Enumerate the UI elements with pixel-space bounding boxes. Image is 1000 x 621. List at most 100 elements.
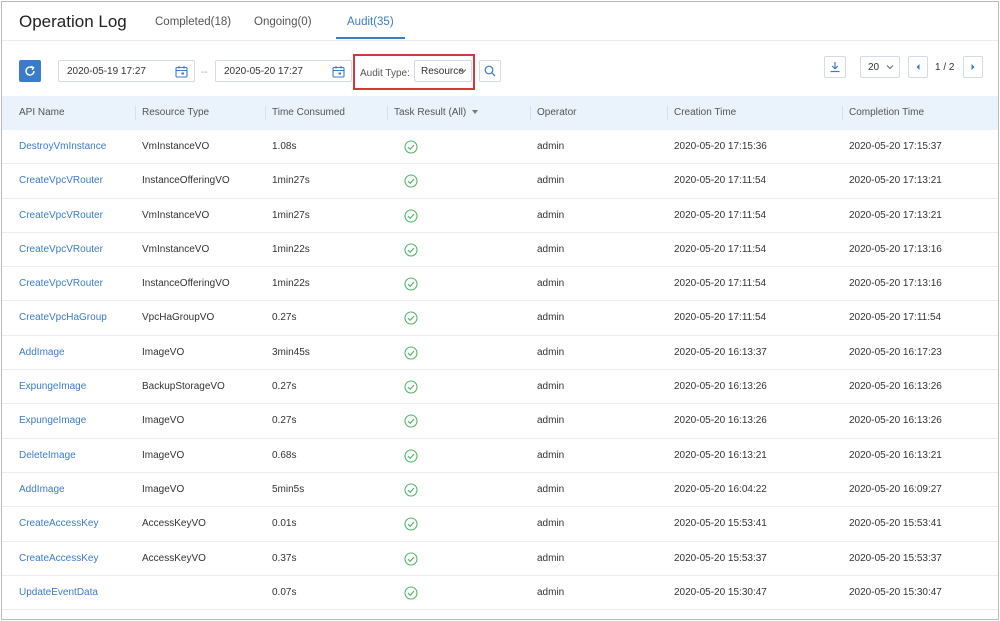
- api-name-link[interactable]: CreateAccessKey: [19, 542, 98, 576]
- time-consumed-cell: 0.27s: [272, 415, 297, 427]
- audit-type-select[interactable]: Resource: [414, 60, 472, 82]
- column-header-resource-type[interactable]: Resource Type: [142, 96, 209, 130]
- operator-cell: admin: [537, 586, 565, 598]
- table-row[interactable]: CreateVpcVRouter InstanceOfferingVO 1min22…: [2, 267, 998, 302]
- api-name-link[interactable]: ExpungeImage: [19, 404, 86, 438]
- caret-down-icon: [472, 110, 479, 115]
- tab-ongoing[interactable]: Ongoing(0): [254, 16, 312, 28]
- tab-audit[interactable]: Audit(35): [347, 16, 394, 28]
- table-row[interactable]: CreateVpcVRouter InstanceOfferingVO 1min27…: [2, 164, 998, 199]
- column-divider: [530, 106, 531, 120]
- start-date-picker[interactable]: 2020-05-19 17:27: [58, 60, 195, 82]
- completion-time-cell: 2020-05-20 16:13:26: [849, 381, 942, 393]
- time-consumed-cell: 1min22s: [272, 278, 310, 290]
- time-consumed-cell: 3min45s: [272, 346, 310, 358]
- search-button[interactable]: [479, 60, 501, 82]
- column-header-operator[interactable]: Operator: [537, 96, 576, 130]
- refresh-icon: [25, 65, 35, 76]
- table-row[interactable]: CreateVpcHaGroup VpcHaGroupVO 0.27s admin 20…: [2, 301, 998, 336]
- success-check-icon: [404, 586, 418, 603]
- resource-type-cell: VmInstanceVO: [142, 141, 210, 152]
- column-header-time-consumed[interactable]: Time Consumed: [272, 96, 345, 130]
- api-name-link[interactable]: CreateVpcVRouter: [19, 267, 103, 301]
- api-name-link[interactable]: CreateVpcHaGroup: [19, 301, 107, 335]
- api-name-link[interactable]: CreateVpcVRouter: [19, 233, 103, 267]
- table-row[interactable]: ExpungeImage ImageVO 0.27s admin 2020-05-20 …: [2, 404, 998, 439]
- operator-cell: admin: [537, 449, 565, 461]
- table-row[interactable]: DeleteImage ImageVO 0.68s admin 2020-05-20 1…: [2, 439, 998, 473]
- refresh-button[interactable]: [19, 60, 41, 82]
- operator-cell: admin: [537, 209, 565, 221]
- table-row[interactable]: ExpungeImage BackupStorageVO 0.27s admin 202…: [2, 370, 998, 405]
- creation-time-cell: 2020-05-20 17:11:54: [674, 243, 767, 255]
- tab-completed[interactable]: Completed(18): [155, 16, 231, 28]
- chevron-down-icon: [459, 69, 467, 74]
- operator-cell: admin: [537, 518, 565, 530]
- time-consumed-cell: 0.27s: [272, 312, 297, 324]
- table-row[interactable]: DestroyVmInstance VmInstanceVO 1.08s admin 2…: [2, 130, 998, 165]
- creation-time-cell: 2020-05-20 16:04:22: [674, 483, 767, 495]
- table-row[interactable]: AddImage ImageVO 5min5s admin 2020-05-20 16:…: [2, 473, 998, 508]
- audit-type-value: Resource: [421, 66, 464, 77]
- operator-cell: admin: [537, 175, 565, 187]
- next-page-button[interactable]: [963, 56, 983, 78]
- chevron-right-icon: [971, 64, 975, 70]
- table-row[interactable]: CreateAccessKey AccessKeyVO 0.37s admin 2020…: [2, 542, 998, 576]
- api-name-link[interactable]: CreateAccessKey: [19, 507, 98, 541]
- api-name-link[interactable]: AddImage: [19, 473, 65, 507]
- table-row[interactable]: UpdateEventData 0.07s admin 2020-05-20 15:3…: [2, 576, 998, 611]
- success-check-icon: [404, 414, 418, 431]
- task-result-label: Task Result (All): [394, 107, 467, 118]
- column-divider: [135, 106, 136, 120]
- time-consumed-cell: 1min22s: [272, 243, 310, 255]
- api-name-link[interactable]: UpdateEventData: [19, 576, 98, 610]
- table-row[interactable]: AddImage ImageVO 3min45s admin 2020-05-20 16…: [2, 336, 998, 371]
- creation-time-cell: 2020-05-20 17:11:54: [674, 312, 767, 324]
- operator-cell: admin: [537, 552, 565, 564]
- page-size-select[interactable]: 20: [860, 56, 900, 78]
- api-name-link[interactable]: DestroyVmInstance: [19, 130, 106, 164]
- success-check-icon: [404, 209, 418, 226]
- column-header-creation-time[interactable]: Creation Time: [674, 96, 736, 130]
- time-consumed-cell: 0.68s: [272, 449, 297, 461]
- api-name-link[interactable]: ExpungeImage: [19, 370, 86, 404]
- creation-time-cell: 2020-05-20 17:11:54: [674, 278, 767, 290]
- table-row[interactable]: CreateVpcVRouter VmInstanceVO 1min27s admin…: [2, 199, 998, 233]
- operator-cell: admin: [537, 243, 565, 255]
- download-button[interactable]: [824, 56, 846, 78]
- column-header-task-result[interactable]: Task Result (All): [394, 96, 479, 130]
- creation-time-cell: 2020-05-20 17:11:54: [674, 209, 767, 221]
- page-header: Operation Log Completed(18) Ongoing(0) A…: [2, 2, 998, 41]
- page-indicator: 1 / 2: [935, 62, 955, 73]
- success-check-icon: [404, 140, 418, 157]
- success-check-icon: [404, 380, 418, 397]
- table-row[interactable]: CreateAccessKey AccessKeyVO 0.01s admin 2020…: [2, 507, 998, 542]
- resource-type-cell: InstanceOfferingVO: [142, 278, 230, 290]
- success-check-icon: [404, 517, 418, 534]
- date-range-separator: --: [201, 67, 208, 78]
- time-consumed-cell: 0.27s: [272, 381, 297, 393]
- api-name-link[interactable]: CreateVpcVRouter: [19, 164, 103, 198]
- column-divider: [265, 106, 266, 120]
- column-header-completion-time[interactable]: Completion Time: [849, 96, 924, 130]
- table-row[interactable]: CreateVpcVRouter VmInstanceVO 1min22s admin…: [2, 233, 998, 268]
- end-date-picker[interactable]: 2020-05-20 17:27: [215, 60, 352, 82]
- end-date-value: 2020-05-20 17:27: [224, 66, 303, 77]
- success-check-icon: [404, 346, 418, 363]
- success-check-icon: [404, 449, 418, 466]
- api-name-link[interactable]: CreateVpcVRouter: [19, 199, 103, 233]
- operator-cell: admin: [537, 312, 565, 324]
- resource-type-cell: ImageVO: [142, 415, 185, 427]
- completion-time-cell: 2020-05-20 16:17:23: [849, 346, 942, 358]
- completion-time-cell: 2020-05-20 17:13:16: [849, 278, 942, 290]
- completion-time-cell: 2020-05-20 15:53:37: [849, 552, 942, 564]
- start-date-value: 2020-05-19 17:27: [67, 66, 146, 77]
- chevron-left-icon: [916, 64, 920, 70]
- prev-page-button[interactable]: [908, 56, 928, 78]
- time-consumed-cell: 0.07s: [272, 586, 297, 598]
- api-name-link[interactable]: DeleteImage: [19, 439, 76, 473]
- success-check-icon: [404, 311, 418, 328]
- column-header-api-name[interactable]: API Name: [19, 96, 65, 130]
- creation-time-cell: 2020-05-20 16:13:26: [674, 381, 767, 393]
- api-name-link[interactable]: AddImage: [19, 336, 65, 370]
